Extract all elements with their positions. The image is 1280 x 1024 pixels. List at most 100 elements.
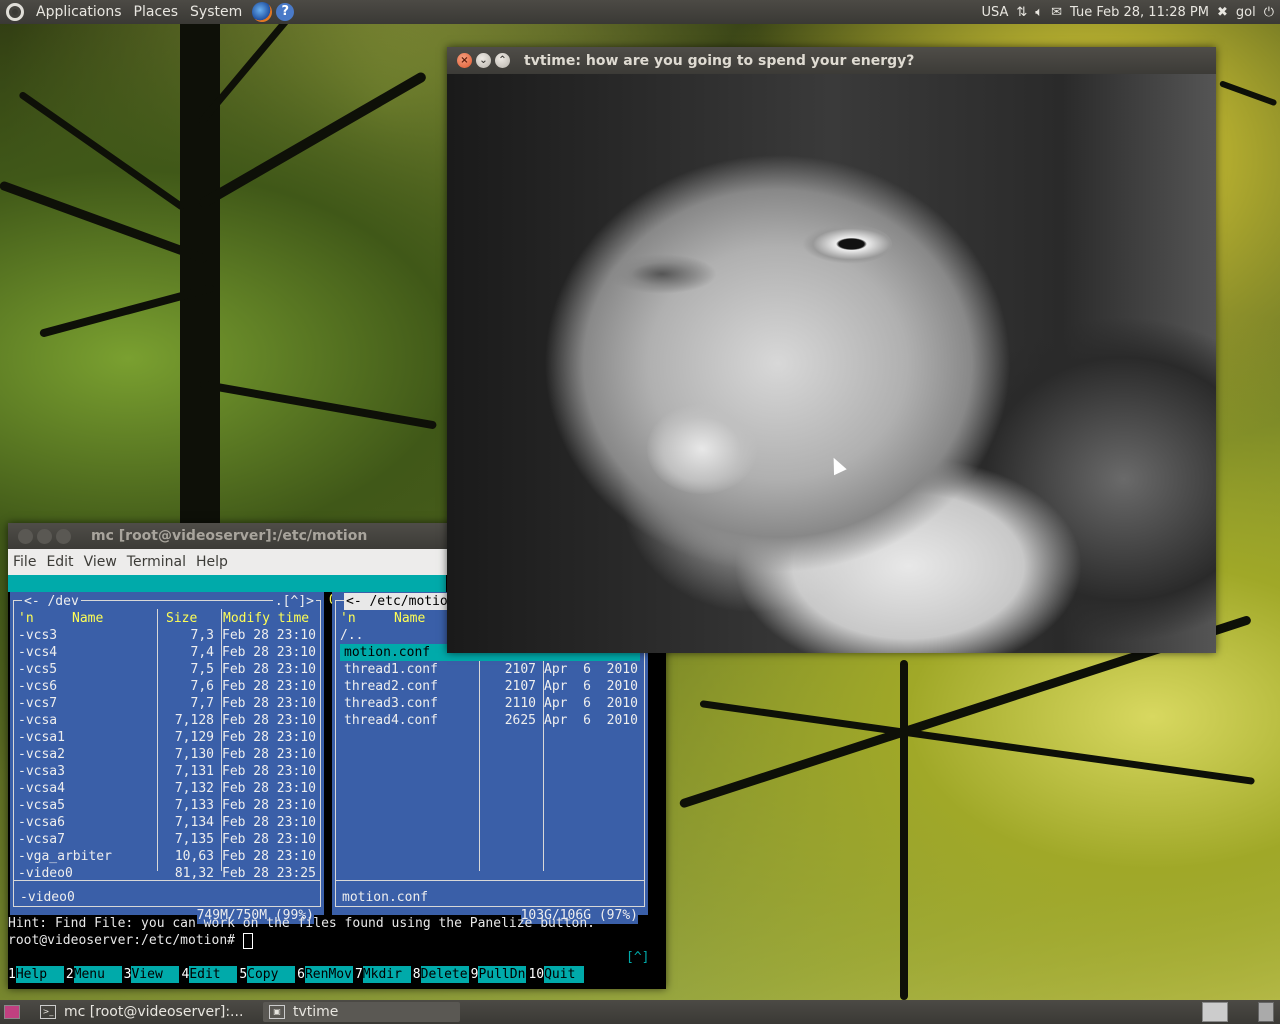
file-name: -vcsa7 (18, 832, 65, 847)
top-panel: Applications Places System ? USA ⇅ 🔈︎ ✉ … (0, 0, 1280, 24)
right-panel-path[interactable]: <- /etc/motion (344, 593, 458, 610)
fkey-renmov[interactable]: 6 RenMov (297, 966, 353, 983)
table-row[interactable]: -vcs4 7,4 Feb 28 23:10 (18, 644, 316, 661)
fkey-number: 6 (297, 967, 305, 982)
table-row[interactable]: -vcs7 7,7 Feb 28 23:10 (18, 695, 316, 712)
menu-applications[interactable]: Applications (30, 4, 128, 20)
shell-prompt[interactable]: root@videoserver:/etc/motion# (8, 932, 253, 949)
mouse-pointer (827, 454, 847, 476)
power-icon[interactable]: ⏻ (1264, 5, 1274, 20)
help-icon[interactable]: ? (276, 3, 295, 21)
function-key-bar: 1 Help 2 Menu 3 View 4 Edit 5 Copy 6 RenMov 7 Mkdir 8 D… (8, 966, 586, 983)
tv-video-frame[interactable] (447, 74, 1216, 653)
task-mc[interactable]: >_ mc [root@videoserver]:... (34, 1002, 261, 1022)
left-panel-scroll-marker[interactable]: .[^]> (272, 593, 316, 610)
file-size: 7,132 (174, 781, 214, 796)
col-size[interactable]: Size (166, 610, 197, 627)
file-size: 7,134 (174, 815, 214, 830)
task-tvtime[interactable]: ▣ tvtime (263, 1002, 460, 1022)
volume-icon[interactable]: 🔈︎ (1035, 5, 1043, 20)
file-time: Feb 28 23:10 (222, 747, 316, 762)
table-row[interactable]: thread2.conf 2107 Apr 6 2010 (340, 678, 640, 695)
workspace-1[interactable] (1202, 1002, 1228, 1022)
table-row[interactable]: -vcsa5 7,133 Feb 28 23:10 (18, 797, 316, 814)
menu-view[interactable]: View (79, 554, 122, 570)
trash-icon[interactable] (1258, 1002, 1274, 1022)
prompt-text: root@videoserver:/etc/motion# (8, 933, 243, 948)
file-time: Feb 28 23:10 (222, 628, 316, 643)
table-row[interactable]: -vcsa7 7,135 Feb 28 23:10 (18, 831, 316, 848)
mail-icon[interactable]: ✉ (1051, 5, 1062, 20)
menu-help[interactable]: Help (191, 554, 233, 570)
table-row[interactable]: -vcsa2 7,130 Feb 28 23:10 (18, 746, 316, 763)
menu-file[interactable]: File (8, 554, 41, 570)
table-row[interactable]: -vcsa4 7,132 Feb 28 23:10 (18, 780, 316, 797)
fkey-menu[interactable]: 2 Menu (66, 966, 122, 983)
file-size: 7,6 (190, 679, 214, 694)
col-modify-time[interactable]: Modify time (223, 610, 309, 627)
maximize-icon[interactable]: ⌃ (495, 53, 510, 68)
fkey-label: View (131, 966, 180, 983)
mc-window-title: mc [root@videoserver]:/etc/motion (91, 528, 368, 544)
firefox-icon[interactable] (252, 2, 273, 22)
clock[interactable]: Tue Feb 28, 11:28 PM (1070, 5, 1209, 20)
file-name: -vcs5 (18, 662, 58, 677)
fkey-mkdir[interactable]: 7 Mkdir (355, 966, 411, 983)
fkey-number: 9 (470, 967, 479, 982)
file-name: thread1.conf (344, 662, 438, 677)
table-row[interactable]: thread4.conf 2625 Apr 6 2010 (340, 712, 640, 729)
close-icon[interactable]: × (457, 53, 472, 68)
close-icon[interactable] (18, 528, 33, 544)
fkey-delete[interactable]: 8 Delete (413, 966, 469, 983)
left-panel[interactable]: <- /dev .[^]> 'n Name Size Modify time -… (10, 592, 324, 924)
show-desktop-icon[interactable] (4, 1005, 20, 1019)
menu-edit[interactable]: Edit (41, 554, 78, 570)
minimize-icon[interactable]: ⌄ (476, 53, 491, 68)
fkey-help[interactable]: 1 Help (8, 966, 64, 983)
table-row[interactable]: -vga_arbiter 10,63 Feb 28 23:10 (18, 848, 316, 865)
table-row[interactable]: thread1.conf 2107 Apr 6 2010 (340, 661, 640, 678)
minimize-icon[interactable] (37, 528, 52, 544)
history-button[interactable]: [^] (626, 949, 649, 966)
table-row[interactable]: -vcsa1 7,129 Feb 28 23:10 (18, 729, 316, 746)
updir-label: /.. (340, 628, 364, 643)
fkey-copy[interactable]: 5 Copy (239, 966, 296, 983)
file-size: 7,129 (174, 730, 214, 745)
fkey-quit[interactable]: 10 Quit (528, 966, 585, 983)
user-name[interactable]: gol (1236, 5, 1256, 20)
fkey-label: Mkdir (362, 966, 411, 983)
col-name[interactable]: Name (394, 610, 425, 627)
file-name: -vcsa1 (18, 730, 65, 745)
file-name: -vcs6 (18, 679, 58, 694)
bottom-panel: >_ mc [root@videoserver]:... ▣ tvtime (0, 1000, 1280, 1024)
network-icon[interactable]: ⇅ (1016, 5, 1027, 20)
ubuntu-logo-icon[interactable] (6, 3, 24, 21)
file-name: -vcs3 (18, 628, 58, 643)
fkey-number: 8 (412, 967, 421, 982)
fkey-pulldn[interactable]: 9 PullDn (471, 966, 527, 983)
fkey-edit[interactable]: 4 Edit (181, 966, 238, 983)
col-n: 'n (18, 611, 34, 626)
table-row[interactable]: -vcs3 7,3 Feb 28 23:10 (18, 627, 316, 644)
tvtime-titlebar[interactable]: × ⌄ ⌃ tvtime: how are you going to spend… (447, 47, 1216, 74)
fkey-view[interactable]: 3 View (124, 966, 180, 983)
file-size: 7,135 (174, 832, 214, 847)
file-name: -vcsa4 (18, 781, 65, 796)
updir-row[interactable]: /.. (340, 627, 363, 644)
menu-places[interactable]: Places (128, 4, 185, 20)
table-row[interactable]: -vcsa6 7,134 Feb 28 23:10 (18, 814, 316, 831)
keyboard-layout[interactable]: USA (981, 5, 1008, 20)
menu-system[interactable]: System (184, 4, 248, 20)
table-row[interactable]: -vcs6 7,6 Feb 28 23:10 (18, 678, 316, 695)
maximize-icon[interactable] (56, 528, 71, 544)
left-panel-path[interactable]: <- /dev (22, 593, 81, 610)
table-row[interactable]: -vcs5 7,5 Feb 28 23:10 (18, 661, 316, 678)
workspace-switcher[interactable] (1202, 1002, 1228, 1022)
user-status-icon[interactable]: ✖ (1217, 5, 1228, 20)
col-name[interactable]: Name (72, 610, 103, 627)
table-row[interactable]: thread3.conf 2110 Apr 6 2010 (340, 695, 640, 712)
table-row[interactable]: -vcsa 7,128 Feb 28 23:10 (18, 712, 316, 729)
table-row[interactable]: -vcsa3 7,131 Feb 28 23:10 (18, 763, 316, 780)
menu-terminal[interactable]: Terminal (122, 554, 191, 570)
fkey-number: 2 (65, 967, 74, 982)
